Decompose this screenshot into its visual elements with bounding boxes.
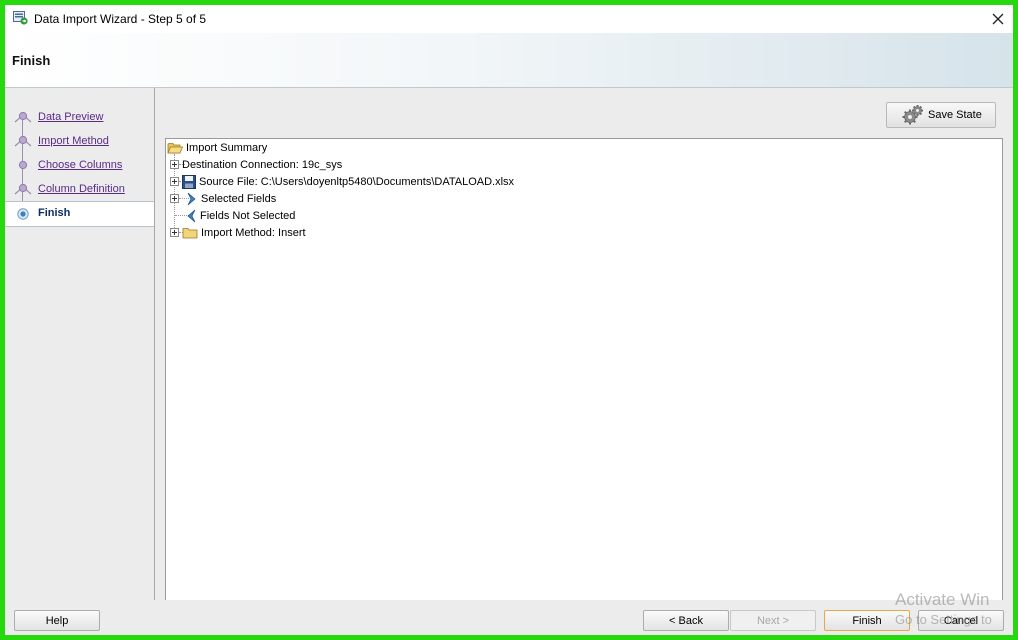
tree-item-source-file[interactable]: Source File: C:\Users\doyenltp5480\Docum…: [170, 173, 514, 190]
help-button[interactable]: Help: [14, 610, 100, 631]
cancel-label: Cancel: [943, 614, 979, 627]
finish-label: Finish: [852, 614, 882, 627]
tree-item-label: Selected Fields: [201, 192, 277, 205]
header-banner: Finish: [5, 33, 1013, 88]
step-label[interactable]: Import Method: [38, 135, 109, 147]
open-folder-icon: [167, 142, 183, 153]
tree-item-label: Import Method: Insert: [201, 226, 306, 239]
step-choose-columns[interactable]: Choose Columns: [5, 154, 154, 178]
step-visited-icon: [14, 135, 32, 147]
window-title: Data Import Wizard - Step 5 of 5: [34, 12, 207, 26]
step-data-preview[interactable]: Data Preview: [5, 106, 154, 130]
tree-item-destination-connection[interactable]: Destination Connection: 19c_sys: [170, 156, 342, 173]
step-visited-icon: [14, 183, 32, 195]
next-label: Next >: [756, 614, 790, 627]
folder-icon: [182, 227, 198, 238]
save-state-button[interactable]: Save State: [886, 102, 996, 128]
close-button[interactable]: [983, 5, 1013, 33]
expand-toggle[interactable]: [170, 177, 179, 186]
help-label: Help: [45, 614, 69, 627]
disk-icon: [182, 174, 196, 189]
step-column-definition[interactable]: Column Definition: [5, 178, 154, 202]
wizard-steps-panel: Data Preview Import Method Choose Column…: [5, 88, 155, 600]
expand-toggle[interactable]: [170, 228, 179, 237]
tree-item-selected-fields[interactable]: Selected Fields: [170, 190, 276, 207]
expand-toggle[interactable]: [170, 160, 179, 169]
step-visited-icon: [18, 160, 28, 170]
step-label[interactable]: Data Preview: [38, 111, 103, 123]
step-current-icon: [17, 208, 29, 220]
chevron-left-icon: [187, 209, 196, 222]
wizard-window: Data Import Wizard - Step 5 of 5 Finish …: [5, 5, 1013, 635]
back-label: < Back: [669, 614, 703, 627]
close-icon: [992, 13, 1004, 25]
chevron-right-icon: [187, 192, 196, 205]
step-label[interactable]: Column Definition: [38, 183, 125, 195]
tree-item-label: Source File: C:\Users\doyenltp5480\Docum…: [199, 175, 515, 188]
expand-toggle[interactable]: [170, 194, 179, 203]
tree-root[interactable]: Import Summary: [167, 139, 267, 156]
cancel-button[interactable]: Cancel: [918, 610, 1004, 631]
tree-item-fields-not-selected[interactable]: Fields Not Selected: [181, 207, 295, 224]
tree-item-label: Fields Not Selected: [200, 209, 296, 222]
tree-item-import-method[interactable]: Import Method: Insert: [170, 224, 306, 241]
title-bar[interactable]: Data Import Wizard - Step 5 of 5: [5, 5, 1013, 33]
page-title: Finish: [12, 53, 51, 68]
step-label: Finish: [38, 207, 71, 219]
import-summary-tree[interactable]: Import Summary Destination Connection: 1…: [165, 138, 1003, 604]
tree-item-label: Destination Connection: 19c_sys: [182, 158, 343, 171]
app-icon: [13, 11, 28, 25]
save-state-label: Save State: [928, 109, 982, 121]
tree-root-label: Import Summary: [186, 141, 268, 154]
step-visited-icon: [14, 111, 32, 123]
content-panel: Save State Import Summary Destination Co…: [155, 88, 1013, 604]
back-button[interactable]: < Back: [643, 610, 729, 631]
finish-button[interactable]: Finish: [824, 610, 910, 631]
step-label[interactable]: Choose Columns: [38, 159, 122, 171]
step-import-method[interactable]: Import Method: [5, 130, 154, 154]
button-bar: Help < Back Next > Finish Cancel: [5, 600, 1013, 635]
gears-icon: [902, 105, 923, 125]
next-button[interactable]: Next >: [730, 610, 816, 631]
step-finish[interactable]: Finish: [5, 201, 154, 227]
